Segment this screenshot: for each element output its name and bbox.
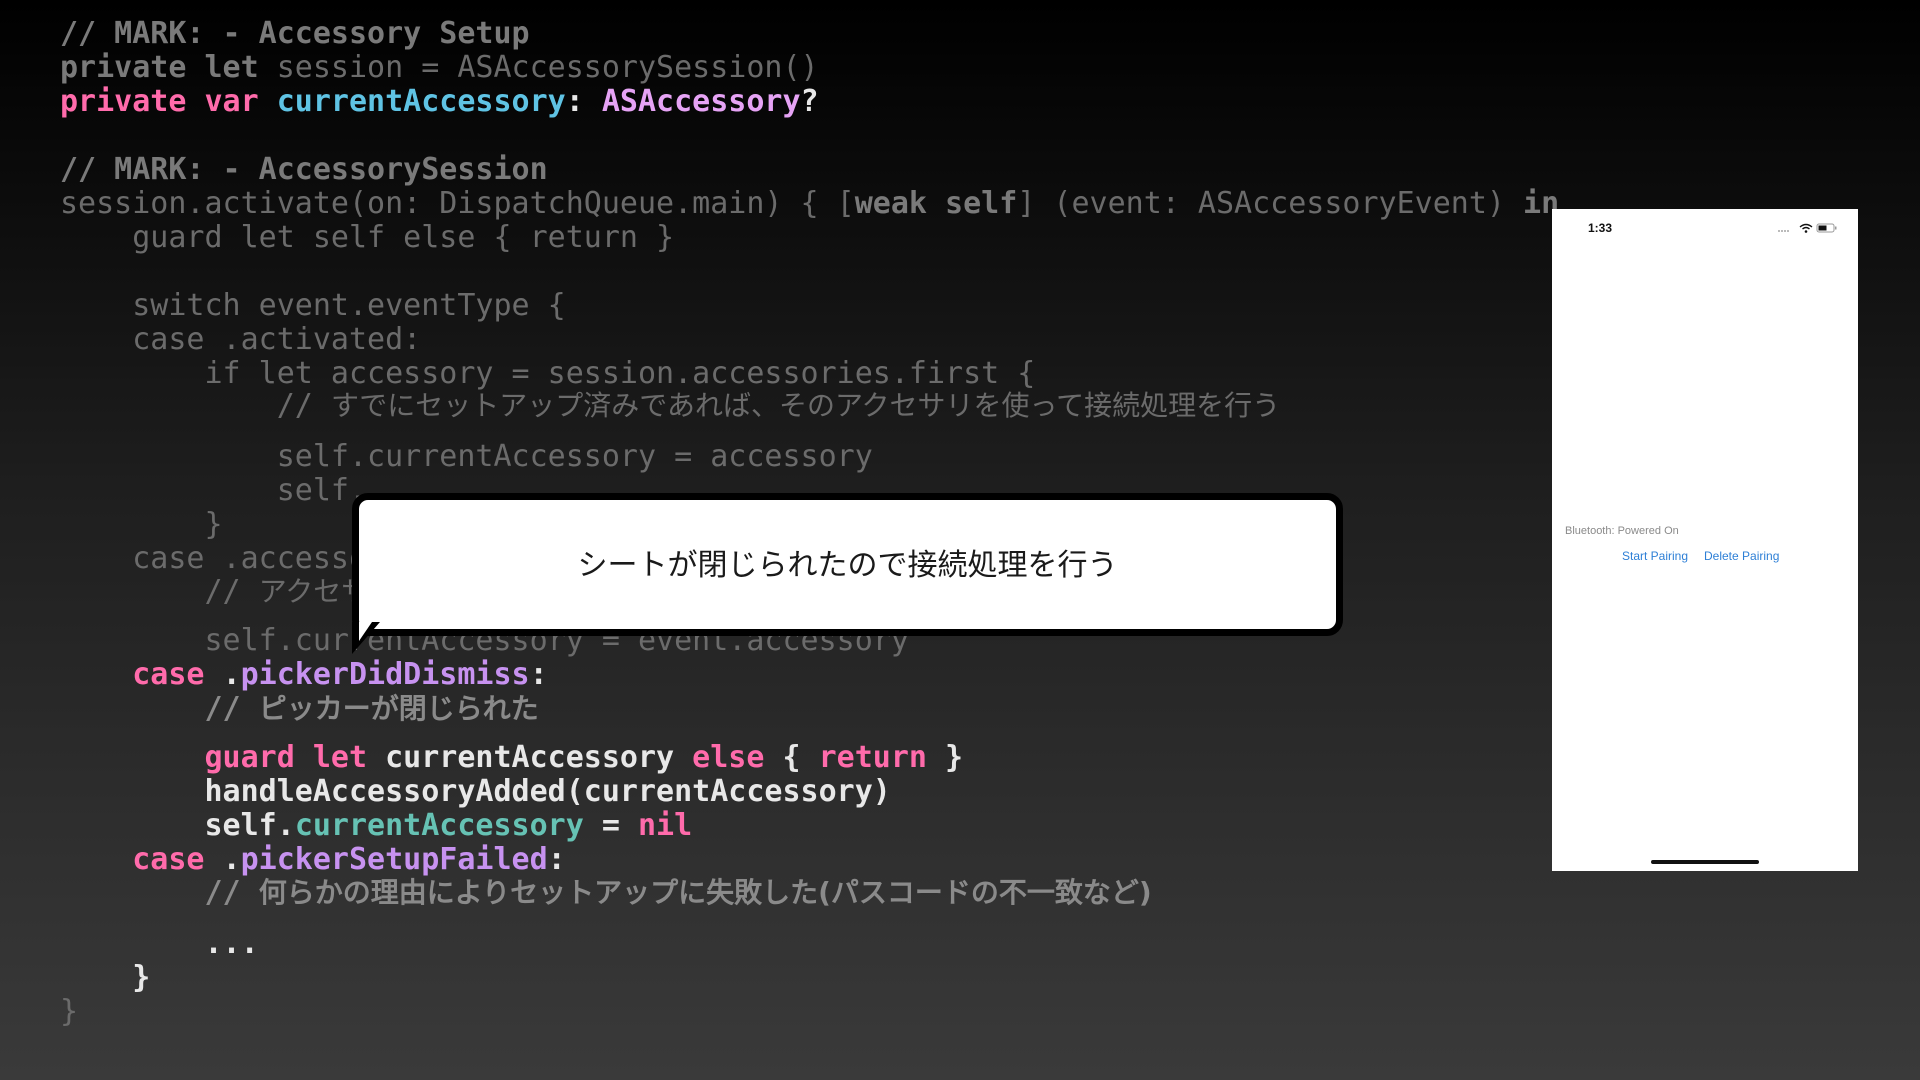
code-token: : [565, 84, 602, 119]
code-token: switch event.eventType { [60, 288, 566, 323]
code-token: // [60, 875, 259, 910]
status-bar-icons [1778, 223, 1837, 233]
code-token: pickerSetupFailed [240, 842, 548, 877]
status-bar-time: 1:33 [1588, 221, 1613, 235]
code-line: case .pickerDidDismiss: [60, 657, 548, 692]
code-token: guard let [204, 740, 386, 775]
code-line: guard let self else { return } [60, 221, 674, 255]
code-token: private let [60, 50, 259, 85]
code-token: self.currentAccessory = accessory [60, 439, 873, 474]
code-line: // MARK: - AccessorySession [60, 153, 548, 187]
code-token: guard let self else { return } [60, 220, 675, 255]
code-token: { [782, 740, 819, 775]
code-token: self. [60, 808, 295, 843]
code-line: } [60, 995, 78, 1029]
start-pairing-button[interactable]: Start Pairing [1622, 549, 1688, 563]
code-token: // [60, 691, 259, 726]
code-line: if let accessory = session.accessories.f… [60, 357, 1035, 391]
code-token: ? [800, 84, 819, 119]
bluetooth-status-label: Bluetooth: Powered On [1565, 525, 1679, 537]
code-line: guard let currentAccessory else { return… [60, 740, 964, 775]
speech-bubble: シートが閉じられたので接続処理を行う [352, 493, 1343, 636]
code-line: // アクセサ [60, 575, 369, 609]
code-line: private let session = ASAccessorySession… [60, 51, 819, 85]
code-line: self.currentAccessory = nil [60, 809, 692, 843]
code-line: } [60, 507, 223, 542]
code-line: session.activate(on: DispatchQueue.main)… [60, 187, 1559, 221]
code-token: session = ASAccessorySession() [258, 50, 819, 85]
code-line: } [60, 961, 150, 995]
code-line: // すでにセットアップ済みであれば、そのアクセサリを使って接続処理を行う [60, 389, 1280, 423]
code-line: self.currentAccessory = accessory [60, 440, 873, 474]
code-line: handleAccessoryAdded(currentAccessory) [60, 774, 891, 809]
cellular-icon [1778, 230, 1789, 232]
code-token: = [583, 808, 638, 843]
code-line: case .activated: [60, 323, 421, 357]
code-token: ] (event: ASAccessoryEvent) [1017, 186, 1524, 221]
code-line: case .accesso [60, 542, 367, 576]
code-token: case [132, 842, 223, 877]
code-token: pickerDidDismiss [240, 657, 530, 692]
code-line: case .pickerSetupFailed: [60, 842, 566, 877]
code-line: self. [60, 474, 367, 508]
code-token: . [222, 842, 241, 877]
code-token: // MARK: - AccessorySession [60, 152, 548, 187]
code-token: else [692, 740, 783, 775]
phone-screenshot: 1:33 Bluetooth: Powered On Start Pairing… [1552, 209, 1858, 871]
code-token: // [60, 574, 259, 609]
battery-icon [1816, 223, 1837, 233]
code-token: handleAccessoryAdded(currentAccessory) [60, 774, 891, 809]
code-token: } [60, 960, 151, 995]
code-line: // ピッカーが閉じられた [60, 691, 539, 726]
code-token: ASAccessory [601, 84, 801, 119]
code-line: ... [60, 926, 259, 961]
code-token: 何らかの理由によりセットアップに失敗した(パスコードの不一致など) [258, 876, 1152, 909]
code-token: } [60, 507, 223, 542]
code-token: return [818, 740, 946, 775]
code-token: ピッカーが閉じられた [258, 692, 539, 725]
code-token: currentAccessory [385, 740, 693, 775]
code-token: case .accesso [60, 541, 368, 576]
code-line: switch event.eventType { [60, 289, 566, 323]
wifi-icon [1799, 223, 1813, 233]
code-line: private var currentAccessory: ASAccessor… [60, 85, 819, 119]
code-token: private var [60, 84, 277, 119]
code-line: // 何らかの理由によりセットアップに失敗した(パスコードの不一致など) [60, 875, 1152, 910]
code-token: // [60, 388, 331, 423]
code-token: } [945, 740, 964, 775]
code-token: // MARK: - Accessory Setup [60, 16, 530, 51]
code-token: } [60, 994, 79, 1029]
code-line: // MARK: - Accessory Setup [60, 17, 530, 51]
code-token: すでにセットアップ済みであれば、そのアクセサリを使って接続処理を行う [330, 389, 1281, 422]
code-token: : [529, 657, 548, 692]
code-token: nil [637, 808, 693, 843]
callout-text: シートが閉じられたので接続処理を行う [577, 548, 1118, 583]
code-token: currentAccessory [294, 808, 584, 843]
code-token: weak self [854, 186, 1018, 221]
code-token: . [222, 657, 241, 692]
code-token: self. [60, 473, 368, 508]
speech-bubble-tail [352, 622, 380, 654]
code-token: ... [60, 926, 259, 961]
code-token: session.activate(on: DispatchQueue.main)… [60, 186, 855, 221]
code-token: if let accessory = session.accessories.f… [60, 356, 1036, 391]
code-token: : [547, 842, 566, 877]
delete-pairing-button[interactable]: Delete Pairing [1704, 549, 1779, 563]
code-token: currentAccessory [276, 84, 566, 119]
home-indicator [1651, 860, 1759, 864]
code-token: case .activated: [60, 322, 422, 357]
code-token: case [132, 657, 223, 692]
